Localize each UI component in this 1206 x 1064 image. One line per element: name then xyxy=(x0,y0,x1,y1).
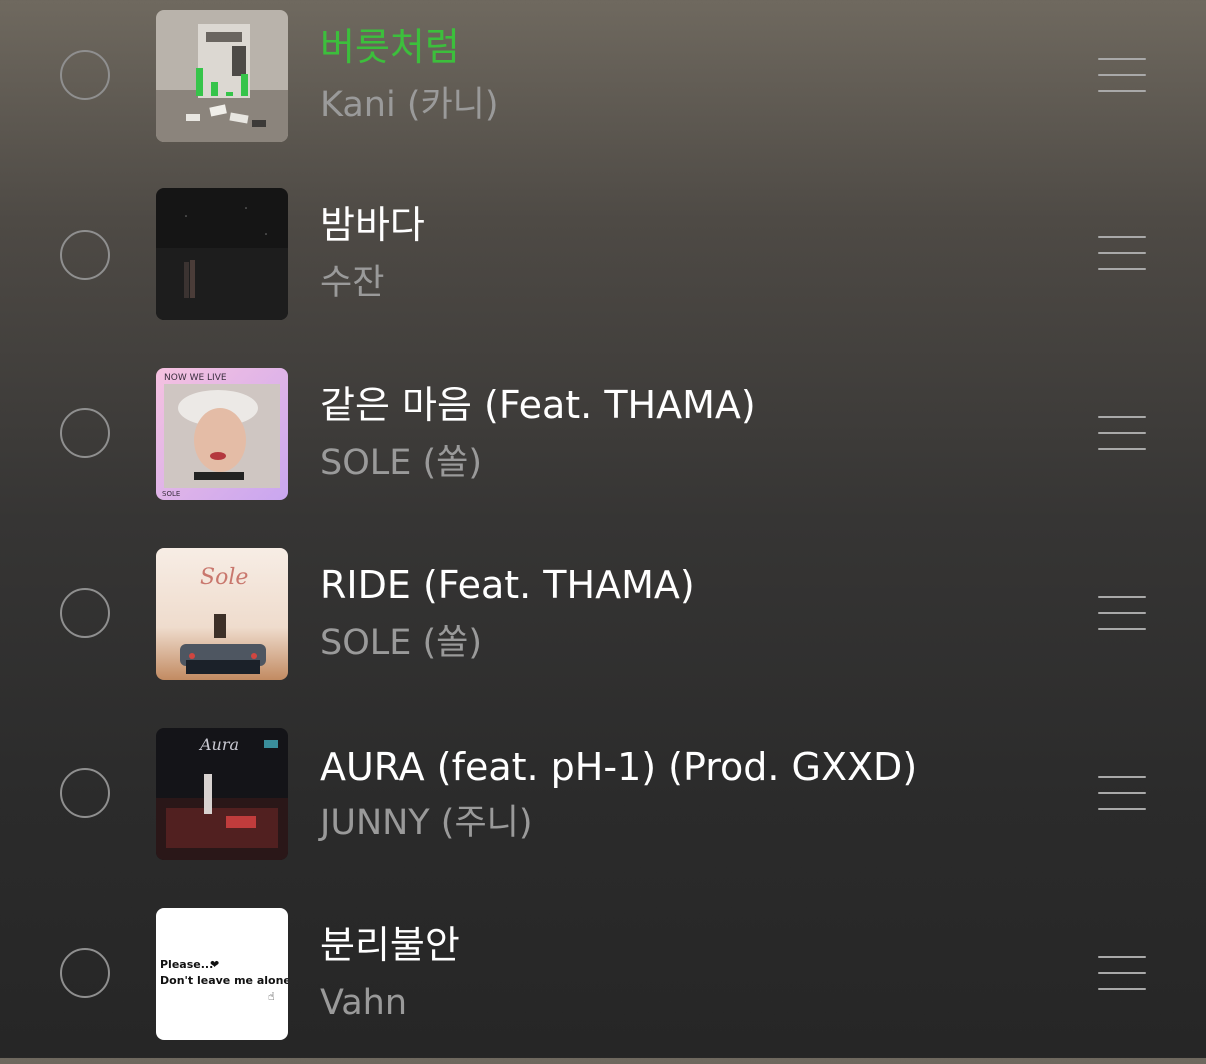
queue-list: 버릇처럼 Kani (카니) 밤바다 수잔 NOW WE LIVE SOLE 같… xyxy=(0,0,1206,1058)
drag-handle-icon[interactable] xyxy=(1098,596,1146,630)
track-title[interactable]: 밤바다 xyxy=(320,206,425,244)
cover-text: Sole xyxy=(200,565,248,590)
track-artist: Kani (카니) xyxy=(320,85,499,125)
album-cover-kani xyxy=(156,10,288,142)
track-artist: Vahn xyxy=(320,983,408,1023)
track-row[interactable]: Sole RIDE (Feat. THAMA) SOLE (쏠) xyxy=(0,524,1206,704)
drag-handle-icon[interactable] xyxy=(1098,956,1146,990)
drag-handle-icon[interactable] xyxy=(1098,416,1146,450)
heart-icon: ❤ xyxy=(210,958,219,971)
album-cover-please: Please... ❤ Don't leave me alone ☝ xyxy=(156,908,288,1040)
album-cover-now-we-live: NOW WE LIVE SOLE xyxy=(156,368,288,500)
album-cover-aura: Aura xyxy=(156,728,288,860)
cover-line1: Please... xyxy=(160,958,213,971)
track-title[interactable]: 분리불안 xyxy=(320,926,460,964)
select-checkbox[interactable] xyxy=(60,948,110,998)
track-title[interactable]: RIDE (Feat. THAMA) xyxy=(320,566,695,604)
cover-line2: Don't leave me alone xyxy=(160,974,288,987)
select-checkbox[interactable] xyxy=(60,408,110,458)
track-row[interactable]: Aura AURA (feat. pH-1) (Prod. GXXD) JUNN… xyxy=(0,704,1206,884)
select-checkbox[interactable] xyxy=(60,230,110,280)
track-row[interactable]: 밤바다 수잔 xyxy=(0,164,1206,344)
pointer-icon: ☝ xyxy=(268,990,275,1003)
select-checkbox[interactable] xyxy=(60,50,110,100)
drag-handle-icon[interactable] xyxy=(1098,776,1146,810)
track-artist: JUNNY (주니) xyxy=(320,803,533,843)
select-checkbox[interactable] xyxy=(60,768,110,818)
album-cover-night-sea xyxy=(156,188,288,320)
track-row[interactable]: NOW WE LIVE SOLE 같은 마음 (Feat. THAMA) SOL… xyxy=(0,344,1206,524)
select-checkbox[interactable] xyxy=(60,588,110,638)
cover-text: NOW WE LIVE xyxy=(164,373,227,383)
drag-handle-icon[interactable] xyxy=(1098,236,1146,270)
track-title[interactable]: 버릇처럼 xyxy=(320,28,460,66)
track-artist: 수잔 xyxy=(320,263,385,303)
track-row[interactable]: 버릇처럼 Kani (카니) xyxy=(0,0,1206,164)
cover-text: Aura xyxy=(198,735,239,754)
track-row[interactable]: Please... ❤ Don't leave me alone ☝ 분리불안 … xyxy=(0,884,1206,1064)
drag-handle-icon[interactable] xyxy=(1098,58,1146,92)
track-artist: SOLE (쏠) xyxy=(320,623,483,663)
track-title[interactable]: AURA (feat. pH-1) (Prod. GXXD) xyxy=(320,748,917,786)
cover-footer: SOLE xyxy=(162,490,180,498)
track-artist: SOLE (쏠) xyxy=(320,443,483,483)
track-title[interactable]: 같은 마음 (Feat. THAMA) xyxy=(320,386,756,424)
album-cover-sole-ride: Sole xyxy=(156,548,288,680)
